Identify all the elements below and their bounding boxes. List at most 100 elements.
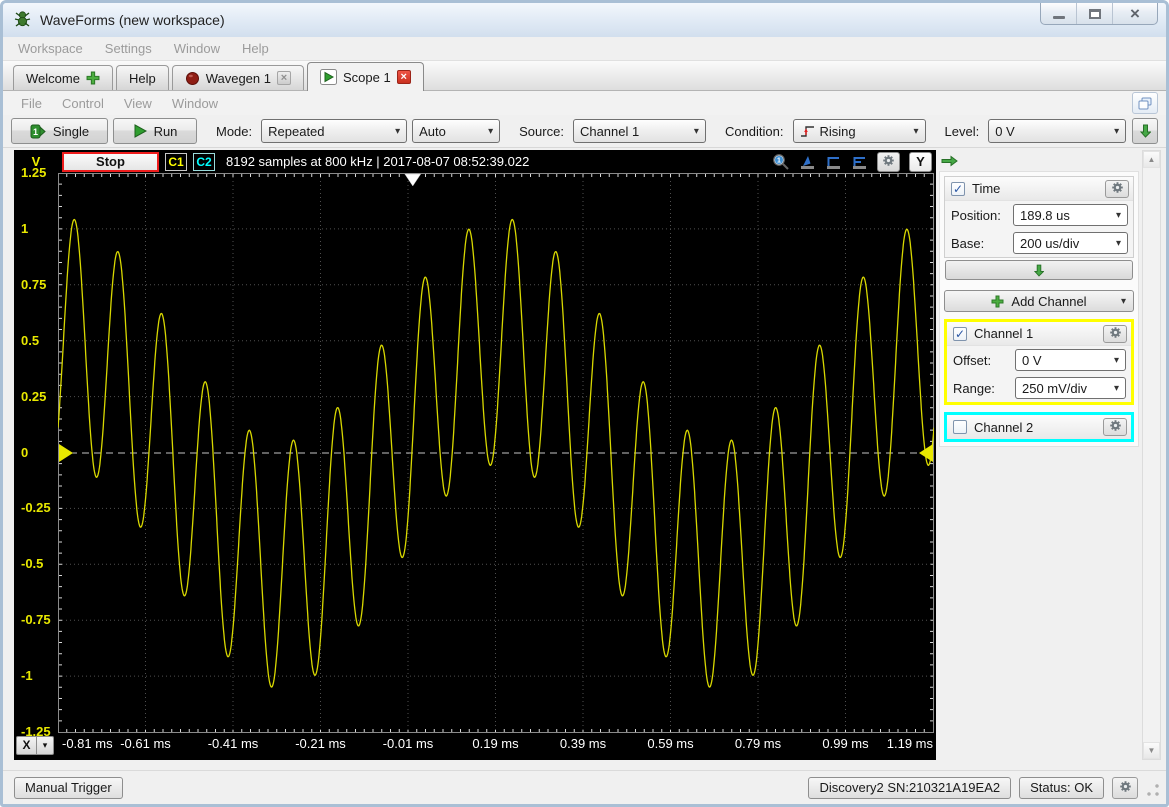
add-channel-label: Add Channel: [1011, 293, 1087, 309]
panel-scrollbar[interactable]: ▲ ▼: [1142, 150, 1161, 760]
device-button[interactable]: Discovery2 SN:210321A19EA2: [808, 776, 1012, 799]
offset-value: 0 V: [1022, 352, 1042, 368]
gear-icon: [1111, 181, 1124, 197]
run-icon: [134, 124, 147, 138]
gear-icon: [1109, 419, 1122, 435]
channel1-badge[interactable]: C1: [165, 152, 187, 171]
window-title: WaveForms (new workspace): [40, 12, 225, 28]
x-tick-label: -0.41 ms: [207, 736, 259, 751]
scope-menu-item-control[interactable]: Control: [52, 96, 114, 111]
condition-select[interactable]: Rising ▾: [792, 119, 926, 143]
collapse-toolbar-button[interactable]: [1132, 118, 1158, 144]
channel2-settings-button[interactable]: [1103, 418, 1127, 436]
x-tick-label: -0.81 ms: [62, 736, 113, 751]
single-icon: 1: [30, 124, 46, 138]
close-icon: ×: [1130, 4, 1140, 23]
channel2-checkbox[interactable]: [953, 420, 967, 434]
menu-item-window[interactable]: Window: [163, 41, 231, 56]
maximize-button[interactable]: [1077, 3, 1113, 24]
time-settings-button[interactable]: [1105, 179, 1129, 198]
scroll-down-button[interactable]: ▼: [1143, 742, 1160, 759]
tab-welcome[interactable]: Welcome: [13, 65, 113, 90]
y-axis-button[interactable]: Y: [909, 151, 932, 172]
x-tick-label: 0.19 ms: [472, 736, 519, 751]
tab-wavegen-1[interactable]: Wavegen 1 ×: [171, 65, 304, 90]
scope-toolbar: 1 Single Run Mode: Repeated ▾ Auto ▾ Sourc…: [3, 115, 1166, 148]
menu-item-settings[interactable]: Settings: [94, 41, 163, 56]
level-select[interactable]: 0 V ▾: [988, 119, 1127, 143]
base-select[interactable]: 200 us/div ▾: [1013, 232, 1128, 254]
resize-grip[interactable]: [1146, 782, 1160, 797]
waveforms-window: WaveForms (new workspace) × Workspace Set…: [0, 0, 1169, 807]
tab-close-icon[interactable]: ×: [276, 71, 291, 85]
chevron-down-icon: ▾: [1113, 354, 1119, 366]
close-button[interactable]: ×: [1113, 3, 1157, 24]
stop-button[interactable]: Stop: [62, 151, 159, 172]
y-tick-label: -1: [21, 668, 33, 684]
chevron-down-icon: ▾: [395, 125, 401, 137]
tab-label: Welcome: [26, 70, 80, 86]
device-settings-button[interactable]: [1112, 776, 1138, 799]
measure-x-icon[interactable]: [825, 154, 842, 170]
green-right-arrow-icon[interactable]: [941, 155, 958, 167]
zoom-icon[interactable]: 1: [772, 153, 790, 171]
tab-label: Wavegen 1: [205, 70, 271, 86]
cursor-icon[interactable]: [799, 154, 816, 170]
x-tick-label: -0.61 ms: [120, 736, 171, 751]
chevron-down-icon: ▾: [488, 125, 494, 137]
manual-trigger-button[interactable]: Manual Trigger: [14, 776, 123, 799]
plot-header-icons: 1 Y: [772, 151, 932, 172]
status-button[interactable]: Status: OK: [1019, 776, 1104, 799]
chevron-down-icon: ▾: [1115, 237, 1121, 249]
position-label: Position:: [951, 207, 1001, 223]
time-checkbox[interactable]: ✓: [951, 181, 965, 196]
rising-edge-icon: [800, 126, 814, 137]
title-bar[interactable]: WaveForms (new workspace) ×: [3, 3, 1166, 37]
range-select[interactable]: 250 mV/div ▾: [1015, 377, 1126, 399]
collapse-time-button[interactable]: [945, 260, 1133, 280]
float-window-button[interactable]: [1132, 92, 1158, 114]
tab-label: Scope 1: [342, 69, 391, 85]
plot-header: V Stop C1 C2 8192 samples at 800 kHz | 2…: [14, 150, 936, 173]
offset-select[interactable]: 0 V ▾: [1015, 349, 1126, 371]
scope-menu-item-window[interactable]: Window: [162, 96, 228, 111]
scope-settings-panel: ✓ Time Position: 189.8 us ▾ Base: 200 us…: [939, 171, 1139, 447]
waveform-plot[interactable]: [57, 173, 935, 733]
main-menubar: Workspace Settings Window Help: [3, 37, 1166, 61]
x-tick-label: -0.21 ms: [295, 736, 346, 751]
level-value: 0 V: [995, 123, 1015, 139]
channel1-checkbox[interactable]: ✓: [953, 326, 967, 341]
tab-scope-1[interactable]: Scope 1 ×: [306, 62, 424, 91]
position-select[interactable]: 189.8 us ▾: [1013, 204, 1128, 226]
level-label: Level:: [944, 123, 980, 139]
scope-menu-item-view[interactable]: View: [114, 96, 162, 111]
y-tick-label: -0.25: [21, 500, 51, 516]
plot-settings-button[interactable]: [877, 151, 900, 172]
source-select[interactable]: Channel 1 ▾: [572, 119, 706, 143]
run-button[interactable]: Run: [113, 118, 197, 144]
x-axis-strip: X ▾ -0.81 ms -0.61 ms -0.41 ms -0.21 ms -0.0…: [14, 733, 936, 757]
source-value: Channel 1: [579, 123, 640, 139]
measure-y-icon[interactable]: [851, 154, 868, 170]
range-value: 250 mV/div: [1022, 380, 1088, 396]
condition-label: Condition:: [724, 123, 784, 139]
record-icon: [185, 71, 199, 85]
trigger-mode-select[interactable]: Auto ▾: [412, 119, 501, 143]
scroll-up-button[interactable]: ▲: [1143, 151, 1160, 168]
menu-item-workspace[interactable]: Workspace: [7, 41, 94, 56]
menu-item-help[interactable]: Help: [231, 41, 280, 56]
x-tick-label: 0.59 ms: [647, 736, 694, 751]
add-channel-button[interactable]: Add Channel ▾: [944, 290, 1134, 312]
chevron-down-icon: ▾: [1113, 382, 1119, 394]
plus-icon: [991, 295, 1004, 307]
y-tick-label: 0.5: [21, 332, 40, 348]
green-down-arrow-icon: [1034, 264, 1044, 277]
minimize-button[interactable]: [1041, 3, 1077, 24]
single-button[interactable]: 1 Single: [11, 118, 108, 144]
channel1-settings-button[interactable]: [1103, 324, 1127, 343]
scope-menu-item-file[interactable]: File: [11, 96, 52, 111]
mode-select[interactable]: Repeated ▾: [261, 119, 408, 143]
tab-close-icon[interactable]: ×: [396, 70, 411, 84]
tab-help[interactable]: Help: [115, 65, 169, 90]
channel2-badge[interactable]: C2: [193, 152, 215, 171]
